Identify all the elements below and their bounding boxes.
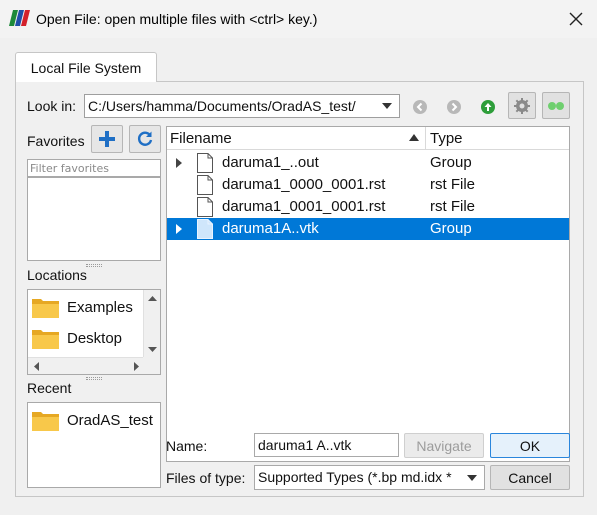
favorites-label: Favorites bbox=[27, 133, 85, 149]
location-item-desktop[interactable]: Desktop bbox=[32, 323, 122, 353]
dialog-body: Local File System Look in: C:/Users/hamm… bbox=[0, 38, 597, 515]
parent-directory-button[interactable] bbox=[475, 94, 501, 120]
locations-label: Locations bbox=[27, 267, 87, 283]
table-row[interactable]: daruma1_0001_0001.rst rst File bbox=[167, 196, 569, 218]
title-bar: Open File: open multiple files with <ctr… bbox=[0, 0, 597, 38]
scroll-corner bbox=[143, 357, 160, 374]
expand-arrow-icon[interactable] bbox=[176, 158, 182, 168]
parent-directory-icon bbox=[481, 100, 495, 114]
refresh-favorites-button[interactable] bbox=[129, 125, 161, 153]
tab-local-file-system[interactable]: Local File System bbox=[15, 52, 157, 82]
recent-item-oradas-test[interactable]: OradAS_test bbox=[32, 405, 153, 435]
file-icon bbox=[197, 153, 213, 173]
forward-button[interactable] bbox=[441, 94, 467, 120]
files-of-type-combo[interactable]: Supported Types (*.bp md.idx * bbox=[254, 465, 485, 490]
file-list[interactable]: Filename Type daruma1_..out Group daruma… bbox=[166, 126, 570, 462]
table-row-selected[interactable]: daruma1A..vtk Group bbox=[167, 218, 569, 240]
scroll-up-icon[interactable] bbox=[144, 290, 160, 307]
folder-icon bbox=[32, 411, 59, 431]
table-row[interactable]: daruma1_0000_0001.rst rst File bbox=[167, 174, 569, 196]
add-favorite-button[interactable] bbox=[91, 125, 123, 153]
file-name: daruma1_0000_0001.rst bbox=[222, 176, 386, 193]
table-row[interactable]: daruma1_..out Group bbox=[167, 152, 569, 174]
location-item-label: Examples bbox=[67, 298, 133, 316]
file-type: rst File bbox=[430, 176, 475, 193]
chevron-down-icon[interactable] bbox=[460, 466, 484, 489]
horizontal-scrollbar[interactable] bbox=[28, 357, 145, 374]
navigate-button[interactable]: Navigate bbox=[404, 433, 484, 458]
file-list-header: Filename Type bbox=[167, 127, 569, 150]
folder-icon bbox=[32, 329, 59, 349]
look-in-combo[interactable]: C:/Users/hamma/Documents/OradAS_test/ bbox=[84, 94, 400, 118]
column-header-filename[interactable]: Filename bbox=[167, 127, 426, 150]
back-arrow-icon bbox=[413, 100, 427, 114]
location-item-examples[interactable]: Examples bbox=[32, 292, 133, 322]
toggle-icon bbox=[548, 101, 564, 110]
back-button[interactable] bbox=[407, 94, 433, 120]
vertical-scrollbar[interactable] bbox=[143, 290, 160, 358]
favorites-list[interactable] bbox=[27, 177, 161, 261]
close-button[interactable] bbox=[561, 4, 591, 34]
settings-button[interactable] bbox=[508, 92, 536, 119]
file-icon bbox=[197, 197, 213, 217]
recent-list[interactable]: OradAS_test bbox=[27, 402, 161, 488]
name-label: Name: bbox=[166, 438, 208, 454]
window-title: Open File: open multiple files with <ctr… bbox=[36, 11, 318, 27]
files-of-type-value: Supported Types (*.bp md.idx * bbox=[258, 469, 452, 485]
folder-icon bbox=[32, 298, 59, 318]
locations-list[interactable]: Examples Desktop bbox=[27, 289, 161, 375]
splitter-handle[interactable] bbox=[86, 377, 102, 380]
name-input[interactable]: daruma1 A..vtk bbox=[254, 433, 399, 457]
file-type: Group bbox=[430, 220, 472, 237]
chevron-down-icon[interactable] bbox=[375, 95, 399, 117]
recent-item-label: OradAS_test bbox=[67, 411, 153, 429]
close-icon bbox=[569, 12, 583, 26]
scroll-left-icon[interactable] bbox=[28, 358, 45, 374]
gear-icon bbox=[514, 97, 530, 114]
look-in-label: Look in: bbox=[27, 98, 77, 114]
forward-arrow-icon bbox=[447, 100, 461, 114]
expand-arrow-icon[interactable] bbox=[176, 224, 182, 234]
file-name: daruma1_..out bbox=[222, 154, 319, 171]
location-item-label: Desktop bbox=[67, 329, 123, 347]
file-name: daruma1_0001_0001.rst bbox=[222, 198, 386, 215]
add-favorite-icon bbox=[99, 131, 115, 147]
cancel-button[interactable]: Cancel bbox=[490, 465, 570, 490]
scroll-down-icon[interactable] bbox=[144, 341, 160, 358]
splitter-handle[interactable] bbox=[86, 264, 102, 267]
file-name: daruma1A..vtk bbox=[222, 220, 319, 237]
look-in-value: C:/Users/hamma/Documents/OradAS_test/ bbox=[88, 98, 356, 114]
refresh-icon bbox=[137, 131, 153, 146]
file-icon bbox=[197, 175, 213, 195]
file-icon bbox=[197, 219, 213, 239]
recent-label: Recent bbox=[27, 380, 72, 396]
toggle-view-button[interactable] bbox=[542, 92, 570, 119]
column-header-type[interactable]: Type bbox=[427, 127, 569, 150]
files-of-type-label: Files of type: bbox=[166, 470, 246, 486]
file-type: Group bbox=[430, 154, 472, 171]
filter-favorites-input[interactable]: Filter favorites bbox=[27, 159, 161, 177]
app-logo bbox=[9, 10, 30, 26]
ok-button[interactable]: OK bbox=[490, 433, 570, 458]
file-type: rst File bbox=[430, 198, 475, 215]
sort-ascending-icon bbox=[409, 134, 419, 141]
